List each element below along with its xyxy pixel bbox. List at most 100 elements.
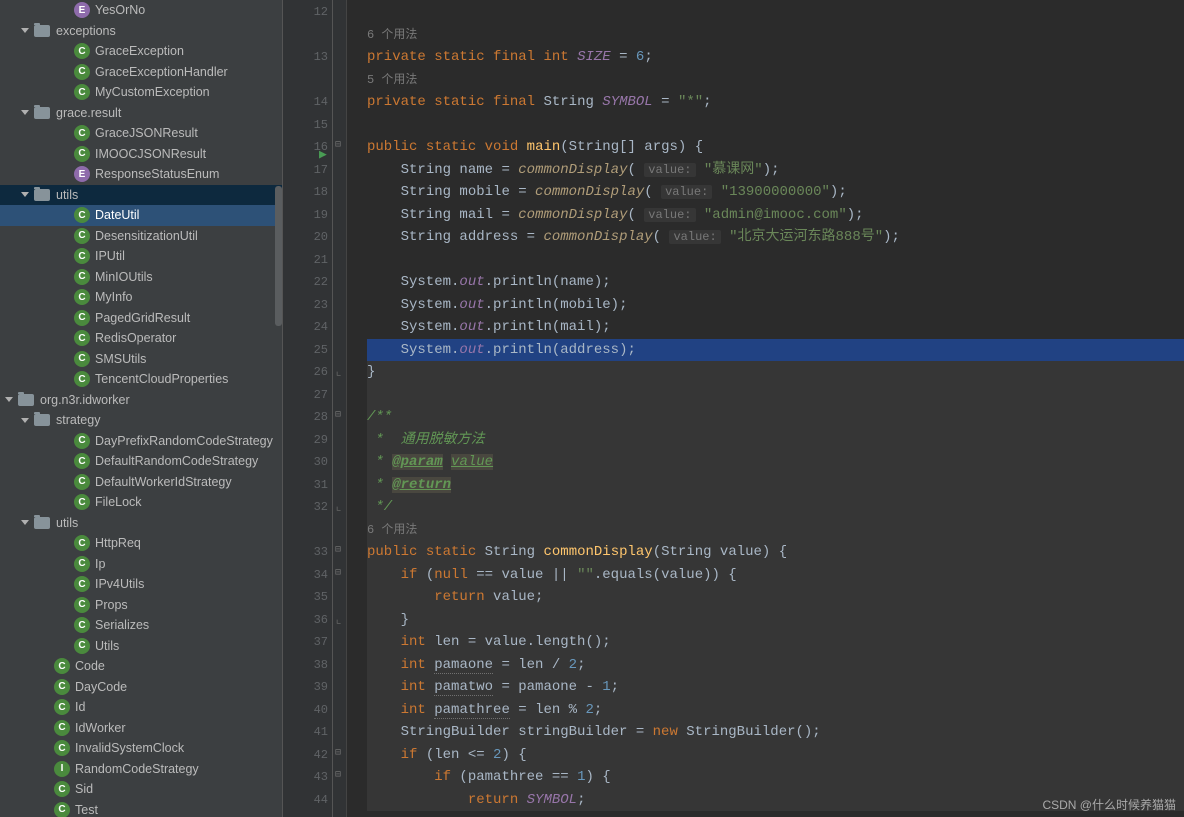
code-line[interactable] <box>367 384 1184 407</box>
tree-node-utils[interactable]: utils <box>0 513 282 534</box>
tree-node-randomcodestrategy[interactable]: IRandomCodeStrategy <box>0 759 282 780</box>
code-line[interactable]: private static final String SYMBOL = "*"… <box>367 91 1184 114</box>
fold-toggle-icon[interactable] <box>335 747 341 759</box>
tree-node-serializes[interactable]: CSerializes <box>0 615 282 636</box>
code-line[interactable]: System.out.println(name); <box>367 271 1184 294</box>
code-line[interactable]: String mail = commonDisplay( value: "adm… <box>367 204 1184 227</box>
tree-node-httpreq[interactable]: CHttpReq <box>0 533 282 554</box>
tree-node-utils[interactable]: CUtils <box>0 636 282 657</box>
tree-node-minioutils[interactable]: CMinIOUtils <box>0 267 282 288</box>
fold-toggle-icon[interactable] <box>335 409 341 421</box>
code-line[interactable]: StringBuilder stringBuilder = new String… <box>367 721 1184 744</box>
code-line[interactable]: String name = commonDisplay( value: "慕课网… <box>367 159 1184 182</box>
line-number: 39 <box>283 676 328 699</box>
tree-node-iputil[interactable]: CIPUtil <box>0 246 282 267</box>
code-line[interactable]: if (null == value || "".equals(value)) { <box>367 564 1184 587</box>
code-line[interactable]: * @return <box>367 474 1184 497</box>
line-number: 41 <box>283 721 328 744</box>
expand-arrow-icon[interactable] <box>20 518 30 528</box>
code-line[interactable]: 6 个用法 <box>367 519 1184 542</box>
tree-node-defaultworkeridstrategy[interactable]: CDefaultWorkerIdStrategy <box>0 472 282 493</box>
code-line[interactable]: if (len <= 2) { <box>367 744 1184 767</box>
tree-node-tencentcloudproperties[interactable]: CTencentCloudProperties <box>0 369 282 390</box>
code-line[interactable]: int pamathree = len % 2; <box>367 699 1184 722</box>
tree-node-dayprefixrandomcodestrategy[interactable]: CDayPrefixRandomCodeStrategy <box>0 431 282 452</box>
expand-arrow-icon[interactable] <box>20 190 30 200</box>
tree-node-org-n3r-idworker[interactable]: org.n3r.idworker <box>0 390 282 411</box>
tree-node-exceptions[interactable]: exceptions <box>0 21 282 42</box>
fold-toggle-icon[interactable] <box>335 499 342 514</box>
code-line[interactable]: int pamatwo = pamaone - 1; <box>367 676 1184 699</box>
code-line[interactable]: } <box>367 361 1184 384</box>
code-line[interactable]: private static final int SIZE = 6; <box>367 46 1184 69</box>
code-line[interactable]: public static void main(String[] args) { <box>367 136 1184 159</box>
code-line[interactable]: System.out.println(address); <box>367 339 1184 362</box>
tree-node-responsestatusenum[interactable]: EResponseStatusEnum <box>0 164 282 185</box>
tree-node-ipv4utils[interactable]: CIPv4Utils <box>0 574 282 595</box>
tree-node-props[interactable]: CProps <box>0 595 282 616</box>
tree-node-graceexception[interactable]: CGraceException <box>0 41 282 62</box>
tree-node-daycode[interactable]: CDayCode <box>0 677 282 698</box>
code-line[interactable]: public static String commonDisplay(Strin… <box>367 541 1184 564</box>
code-line[interactable]: String address = commonDisplay( value: "… <box>367 226 1184 249</box>
code-line[interactable]: System.out.println(mobile); <box>367 294 1184 317</box>
code-line[interactable]: if (pamathree == 1) { <box>367 766 1184 789</box>
tree-node-imoocjsonresult[interactable]: CIMOOCJSONResult <box>0 144 282 165</box>
tree-node-mycustomexception[interactable]: CMyCustomException <box>0 82 282 103</box>
tree-node-gracejsonresult[interactable]: CGraceJSONResult <box>0 123 282 144</box>
code-line[interactable] <box>367 114 1184 137</box>
tree-node-smsutils[interactable]: CSMSUtils <box>0 349 282 370</box>
tree-node-myinfo[interactable]: CMyInfo <box>0 287 282 308</box>
tree-node-code[interactable]: CCode <box>0 656 282 677</box>
tree-node-grace-result[interactable]: grace.result <box>0 103 282 124</box>
tree-node-sid[interactable]: CSid <box>0 779 282 800</box>
tree-node-label: IMOOCJSONResult <box>95 147 206 161</box>
fold-toggle-icon[interactable] <box>335 567 341 579</box>
code-line[interactable]: 5 个用法 <box>367 69 1184 92</box>
code-line[interactable]: int pamaone = len / 2; <box>367 654 1184 677</box>
tree-node-strategy[interactable]: strategy <box>0 410 282 431</box>
code-line[interactable]: 6 个用法 <box>367 24 1184 47</box>
tree-node-dateutil[interactable]: CDateUtil <box>0 205 282 226</box>
code-line[interactable]: * @param value <box>367 451 1184 474</box>
code-line[interactable]: return value; <box>367 586 1184 609</box>
tree-node-yesorno[interactable]: EYesOrNo <box>0 0 282 21</box>
sidebar-scrollbar-thumb[interactable] <box>275 186 282 326</box>
code-line[interactable]: */ <box>367 496 1184 519</box>
tree-node-graceexceptionhandler[interactable]: CGraceExceptionHandler <box>0 62 282 83</box>
expand-arrow-icon[interactable] <box>20 415 30 425</box>
fold-toggle-icon[interactable] <box>335 769 341 781</box>
tree-node-utils[interactable]: utils <box>0 185 282 206</box>
code-area[interactable]: 6 个用法private static final int SIZE = 6;5… <box>347 0 1184 817</box>
code-line[interactable] <box>367 1 1184 24</box>
code-line[interactable]: /** <box>367 406 1184 429</box>
code-line[interactable]: } <box>367 609 1184 632</box>
fold-toggle-icon[interactable] <box>335 139 341 151</box>
code-line[interactable] <box>367 249 1184 272</box>
expand-arrow-icon[interactable] <box>4 395 14 405</box>
code-line[interactable]: * 通用脱敏方法 <box>367 429 1184 452</box>
tree-node-desensitizationutil[interactable]: CDesensitizationUtil <box>0 226 282 247</box>
tree-node-defaultrandomcodestrategy[interactable]: CDefaultRandomCodeStrategy <box>0 451 282 472</box>
code-line[interactable]: String mobile = commonDisplay( value: "1… <box>367 181 1184 204</box>
expand-arrow-icon[interactable] <box>20 26 30 36</box>
code-editor[interactable]: 1213141516171819202122232425262728293031… <box>282 0 1184 817</box>
expand-arrow-icon[interactable] <box>20 108 30 118</box>
fold-toggle-icon[interactable] <box>335 544 341 556</box>
tree-node-redisoperator[interactable]: CRedisOperator <box>0 328 282 349</box>
fold-toggle-icon[interactable] <box>335 364 342 379</box>
fold-toggle-icon[interactable] <box>335 612 342 627</box>
fold-column[interactable] <box>333 0 347 817</box>
run-gutter-icon[interactable]: ▶ <box>319 147 327 162</box>
tree-node-invalidsystemclock[interactable]: CInvalidSystemClock <box>0 738 282 759</box>
tree-node-pagedgridresult[interactable]: CPagedGridResult <box>0 308 282 329</box>
tree-node-ip[interactable]: CIp <box>0 554 282 575</box>
code-line[interactable]: System.out.println(mail); <box>367 316 1184 339</box>
tree-node-filelock[interactable]: CFileLock <box>0 492 282 513</box>
tree-node-label: org.n3r.idworker <box>40 393 130 407</box>
code-line[interactable]: int len = value.length(); <box>367 631 1184 654</box>
tree-node-id[interactable]: CId <box>0 697 282 718</box>
tree-node-test[interactable]: CTest <box>0 800 282 817</box>
tree-node-idworker[interactable]: CIdWorker <box>0 718 282 739</box>
project-tree-sidebar[interactable]: EYesOrNoexceptionsCGraceExceptionCGraceE… <box>0 0 282 817</box>
